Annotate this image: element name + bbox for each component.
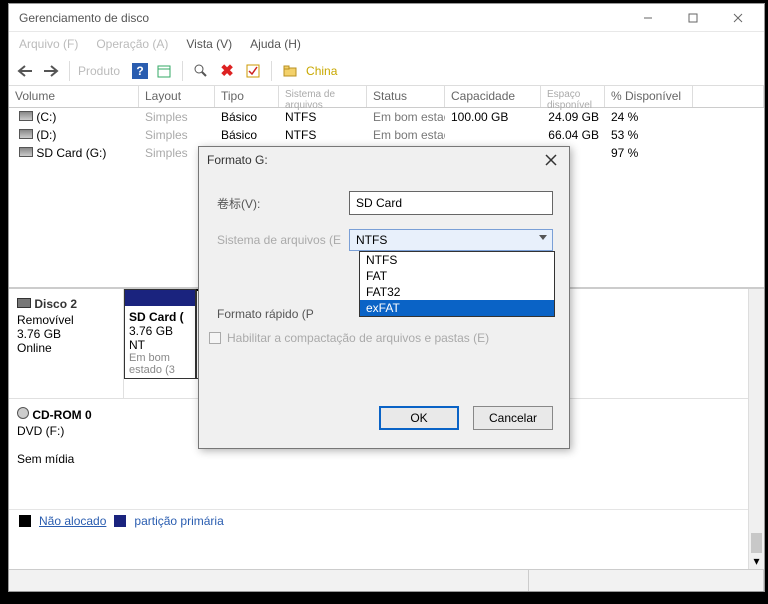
menu-arquivo[interactable]: Arquivo (F) — [19, 37, 78, 51]
toolbar: Produto ? ✖ China — [9, 56, 764, 86]
fs-option-fat32[interactable]: FAT32 — [360, 284, 554, 300]
statusbar — [9, 569, 764, 591]
window-title: Gerenciamento de disco — [19, 11, 625, 25]
dialog-titlebar: Formato G: — [199, 147, 569, 173]
col-capacidade[interactable]: Capacidade — [445, 86, 541, 107]
menu-ajuda[interactable]: Ajuda (H) — [250, 37, 301, 51]
table-row[interactable]: (C:) Simples Básico NTFS Em bom estado (… — [9, 108, 764, 126]
fs-option-fat[interactable]: FAT — [360, 268, 554, 284]
partition[interactable]: SD Card ( 3.76 GB NT Em bom estado (3 — [124, 289, 196, 379]
compress-checkbox[interactable] — [209, 332, 221, 344]
legend-swatch-unalloc — [19, 515, 31, 527]
legend: Não alocado partição primária — [9, 509, 764, 531]
chevron-down-icon — [539, 235, 547, 240]
col-tipo[interactable]: Tipo — [215, 86, 279, 107]
col-sistema[interactable]: Sistema de arquivos — [279, 86, 367, 107]
dvd-icon — [17, 407, 29, 419]
volume-label-text: 卷标(V): — [209, 195, 349, 212]
maximize-button[interactable] — [670, 5, 715, 31]
minimize-button[interactable] — [625, 5, 670, 31]
format-dialog: Formato G: 卷标(V): Sistema de arquivos (E… — [198, 146, 570, 449]
disk-label[interactable]: CD-ROM 0 DVD (F:) Sem mídia — [9, 399, 124, 509]
dialog-close-button[interactable] — [541, 150, 561, 170]
disk-icon — [19, 147, 33, 157]
col-spacer — [693, 86, 764, 107]
dialog-title: Formato G: — [207, 153, 541, 167]
check-icon[interactable] — [243, 61, 263, 81]
calendar-icon[interactable] — [154, 61, 174, 81]
help-icon[interactable]: ? — [132, 63, 148, 79]
compress-label: Habilitar a compactação de arquivos e pa… — [227, 331, 489, 345]
quick-format-label: Formato rápido (P — [209, 307, 349, 321]
fs-option-ntfs[interactable]: NTFS — [360, 252, 554, 268]
folder-icon[interactable] — [280, 61, 300, 81]
filesystem-combo[interactable]: NTFS — [349, 229, 553, 251]
back-icon[interactable] — [15, 61, 35, 81]
col-pct[interactable]: % Disponível — [605, 86, 693, 107]
vertical-scrollbar[interactable]: ▾ — [748, 289, 764, 569]
delete-icon[interactable]: ✖ — [217, 61, 237, 81]
forward-icon[interactable] — [41, 61, 61, 81]
table-row[interactable]: (D:) Simples Básico NTFS Em bom estado (… — [9, 126, 764, 144]
partition-header — [125, 290, 195, 306]
menubar: Arquivo (F) Operação (A) Vista (V) Ajuda… — [9, 32, 764, 56]
col-espaco[interactable]: Espaço disponível — [541, 86, 605, 107]
toolbar-produto-label: Produto — [78, 64, 120, 78]
menu-operacao[interactable]: Operação (A) — [96, 37, 168, 51]
fs-option-exfat[interactable]: exFAT — [360, 300, 554, 316]
disk-label[interactable]: Disco 2 Removível 3.76 GB Online — [9, 289, 124, 398]
legend-primaria: partição primária — [134, 514, 223, 528]
filesystem-dropdown-list: NTFS FAT FAT32 exFAT — [359, 251, 555, 317]
volume-label-input[interactable] — [349, 191, 553, 215]
close-button[interactable] — [715, 5, 760, 31]
scroll-down-icon[interactable]: ▾ — [749, 553, 764, 569]
cancel-button[interactable]: Cancelar — [473, 406, 553, 430]
col-layout[interactable]: Layout — [139, 86, 215, 107]
col-status[interactable]: Status — [367, 86, 445, 107]
disk-icon — [19, 129, 33, 139]
col-volume[interactable]: Volume — [9, 86, 139, 107]
legend-nao-alocado[interactable]: Não alocado — [39, 514, 106, 528]
disk-icon — [19, 111, 33, 121]
titlebar: Gerenciamento de disco — [9, 4, 764, 32]
menu-vista[interactable]: Vista (V) — [186, 37, 232, 51]
volume-grid-header: Volume Layout Tipo Sistema de arquivos S… — [9, 86, 764, 108]
disk-icon — [17, 298, 31, 308]
filesystem-label: Sistema de arquivos (E — [209, 233, 349, 247]
toolbar-china-label: China — [306, 64, 337, 78]
legend-swatch-primary — [114, 515, 126, 527]
ok-button[interactable]: OK — [379, 406, 459, 430]
search-icon[interactable] — [191, 61, 211, 81]
